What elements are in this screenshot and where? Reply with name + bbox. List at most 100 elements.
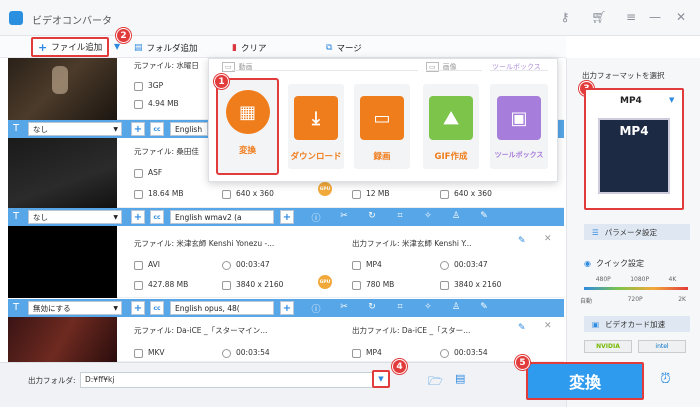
quality-slider[interactable] (584, 287, 688, 290)
effect-icon[interactable]: ✧ (422, 302, 434, 312)
parameter-settings-button[interactable]: ☰ パラメータ設定 (584, 224, 690, 240)
output-duration-info: 00:03:54 (440, 348, 488, 358)
crop-icon[interactable]: ⌗ (394, 302, 406, 312)
toolbox-tile-label: ツールボックス (494, 151, 544, 159)
audio-select[interactable]: English wmav2 (a (170, 210, 274, 224)
output-format-label: 出力フォーマットを選択 (582, 71, 665, 80)
output-list-icon[interactable]: ▤ (455, 372, 465, 385)
edit-icon[interactable]: ✎ (478, 302, 490, 312)
quick-settings-label: ◉ クイック設定 (584, 259, 644, 268)
subtitle-select[interactable]: 無効にする ▼ (28, 301, 122, 315)
download-tile[interactable]: ⤓ ダウンロード (288, 84, 344, 169)
add-subtitle-button[interactable]: + (131, 210, 145, 224)
mp4-file-icon: MP4 (598, 118, 670, 194)
add-file-label: ファイル追加 (51, 43, 103, 53)
audio-select[interactable]: English (170, 122, 208, 136)
add-subtitle-button[interactable]: + (131, 122, 145, 136)
output-resolution-info: 640 x 360 (440, 189, 492, 199)
watermark-icon[interactable]: ♙ (450, 302, 462, 312)
rotate-icon[interactable]: ↻ (366, 302, 378, 312)
add-audio-button[interactable]: + (280, 210, 294, 224)
video-thumbnail[interactable] (8, 138, 117, 208)
merge-button[interactable]: ⧉ マージ (326, 42, 362, 54)
convert-tile[interactable]: ▦ 変換 (216, 78, 279, 175)
monitor-icon: ▭ (360, 96, 404, 140)
intel-logo: intel (638, 340, 686, 353)
cc-icon[interactable]: cc (150, 122, 164, 136)
plus-icon: + (38, 40, 48, 54)
size-info: 4.94 MB (134, 99, 179, 109)
download-tile-label: ダウンロード (290, 152, 342, 162)
output-filename: 出力ファイル: Da-iCE _「スター... (352, 326, 471, 335)
cc-icon[interactable]: cc (150, 301, 164, 315)
step-badge-1: 1 (214, 74, 229, 89)
quality-bottom-labels: 自動 720P 2K (580, 296, 686, 305)
watermark-icon[interactable]: ♙ (450, 211, 462, 221)
open-folder-icon[interactable]: 🗁︎ (428, 372, 443, 393)
output-folder-input[interactable]: D:¥ff¥kj (80, 372, 380, 388)
menu-icon[interactable]: ≡ (622, 10, 640, 24)
info-icon[interactable]: ⓘ (310, 211, 322, 224)
close-icon[interactable]: ✕ (672, 10, 690, 24)
trash-icon: ▮ (232, 43, 237, 53)
resolution-info: 3840 x 2160 (222, 280, 283, 290)
remove-row-icon[interactable]: ✕ (544, 234, 552, 244)
cc-icon[interactable]: cc (150, 210, 164, 224)
text-icon: T (13, 302, 20, 313)
gpu-acceleration-button[interactable]: ▣ ビデオカード加速 (584, 316, 690, 332)
add-folder-label: フォルダ追加 (146, 44, 198, 54)
minimize-icon[interactable]: — (646, 10, 664, 24)
sliders-icon: ☰ (592, 227, 599, 237)
merge-label: マージ (336, 44, 362, 54)
step-badge-2: 2 (116, 28, 131, 43)
convert-button[interactable]: 変換 (526, 362, 644, 400)
output-format-info: MP4 (352, 348, 382, 358)
format-info: ASF (134, 168, 162, 178)
rename-icon[interactable]: ✎ (518, 236, 526, 246)
info-icon[interactable]: ⓘ (310, 302, 322, 315)
add-subtitle-button[interactable]: + (131, 301, 145, 315)
audio-select[interactable]: English opus, 48( (170, 301, 274, 315)
video-thumbnail[interactable] (8, 226, 117, 298)
video-thumbnail[interactable] (8, 317, 117, 362)
text-icon: T (13, 123, 20, 134)
source-filename: 元ファイル: Da-iCE _「スターマイン... (134, 326, 268, 335)
gif-tile[interactable]: ⛰ GIF作成 (423, 84, 479, 169)
output-format-value: MP4 (620, 96, 642, 106)
add-audio-button[interactable]: + (280, 301, 294, 315)
add-file-dropdown-icon[interactable]: ▼ (114, 42, 120, 51)
size-info: 18.64 MB (134, 189, 183, 199)
cart-icon[interactable]: 🛒︎ (590, 10, 608, 24)
merge-icon: ⧉ (326, 43, 333, 53)
output-size-info: 780 MB (352, 280, 394, 290)
clear-button[interactable]: ▮ クリア (232, 42, 266, 54)
source-filename: 元ファイル: 桑田佳 (134, 147, 199, 156)
chevron-down-icon: ▼ (669, 96, 675, 104)
cut-icon[interactable]: ✂ (338, 211, 350, 221)
crop-icon[interactable]: ⌗ (394, 211, 406, 221)
cut-icon[interactable]: ✂ (338, 302, 350, 312)
rotate-icon[interactable]: ↻ (366, 211, 378, 221)
output-filename: 出力ファイル: 米津玄師 Kenshi Y... (352, 239, 472, 248)
record-tile[interactable]: ▭ 録画 (354, 84, 410, 169)
add-file-button[interactable]: + ファイル追加 (31, 37, 110, 57)
subtitle-select[interactable]: なし ▼ (28, 122, 122, 136)
window-title: ビデオコンバータ (32, 16, 112, 27)
format-info: MKV (134, 348, 165, 358)
source-filename: 元ファイル: 水曜日 (134, 61, 199, 70)
toolbox-tile[interactable]: ▣ ツールボックス (490, 84, 548, 169)
quality-top-labels: 480P 1080P 4K (595, 276, 677, 283)
edit-icon[interactable]: ✎ (478, 211, 490, 221)
effect-icon[interactable]: ✧ (422, 211, 434, 221)
key-icon[interactable]: ⚷ (556, 10, 574, 24)
alarm-clock-icon[interactable]: ⏰︎ (660, 371, 671, 387)
record-tile-label: 録画 (373, 152, 391, 162)
output-folder-dropdown[interactable]: ▼ (372, 370, 390, 388)
gpu-icon: GPU (318, 182, 332, 196)
video-thumbnail[interactable] (8, 58, 117, 120)
add-folder-button[interactable]: ▤ フォルダ追加 (134, 42, 198, 54)
subtitle-select[interactable]: なし ▼ (28, 210, 122, 224)
rename-icon[interactable]: ✎ (518, 323, 526, 333)
remove-row-icon[interactable]: ✕ (544, 321, 552, 331)
output-format-info: MP4 (352, 260, 382, 270)
